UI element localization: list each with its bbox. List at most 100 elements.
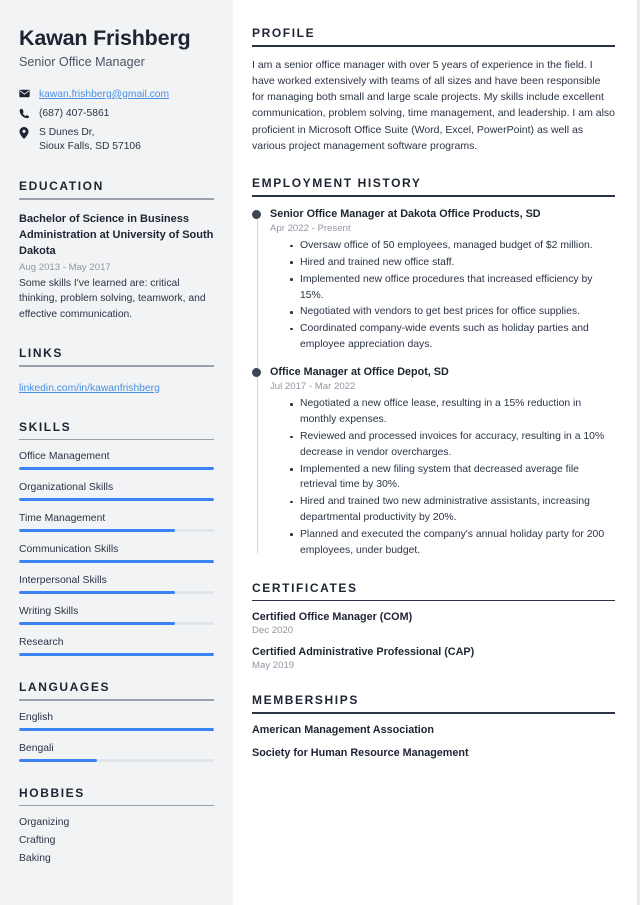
membership-item: Society for Human Resource Management [252,746,469,759]
sidebar: Kawan Frishberg Senior Office Manager ka… [0,0,233,905]
skill-fill [19,622,175,626]
skill-fill [19,529,175,533]
links-divider [19,365,214,367]
certificate-date: May 2019 [252,660,295,672]
phone-icon [19,107,33,119]
skill-item: Time Management [19,513,214,533]
profile-heading: PROFILE [252,26,316,40]
job-bullet: Negotiated a new office lease, resulting… [290,396,615,428]
membership-item: American Management Association [252,723,434,736]
job-bullet: Coordinated company-wide events such as … [290,321,615,353]
skill-track [19,591,214,595]
education-entry: Bachelor of Science in Business Administ… [19,211,214,322]
memberships-section: MEMBERSHIPS American Management Associat… [252,693,615,759]
language-track [19,758,214,762]
phone-value: (687) 407-5861 [39,107,110,119]
employment-section: EMPLOYMENT HISTORY Senior Office Manager… [252,176,615,558]
job-title: Office Manager at Office Depot, SD [270,365,449,378]
skill-label: Research [19,637,64,649]
hobby-item: Organizing [19,817,70,829]
languages-divider [19,699,214,701]
skill-label: Organizational Skills [19,482,114,494]
employment-divider [252,195,615,197]
hobby-item: Baking [19,853,51,865]
envelope-icon [19,88,33,98]
skill-item: Writing Skills [19,606,214,626]
language-label: English [19,711,54,723]
candidate-job-title: Senior Office Manager [19,54,145,69]
employment-heading: EMPLOYMENT HISTORY [252,176,422,191]
skill-track [19,653,214,657]
skill-item: Interpersonal Skills [19,575,214,595]
job-date: Jul 2017 - Mar 2022 [270,381,356,393]
timeline-dot-icon [252,367,261,377]
skills-divider [19,438,214,441]
map-pin-icon [19,126,33,139]
skills-heading: SKILLS [19,419,72,434]
skill-fill [19,591,175,595]
certificate-title: Certified Administrative Professional (C… [252,646,475,659]
contact-list: kawan.frishberg@gmail.com (687) 407-5861 [19,88,214,156]
job-entry: Senior Office Manager at Dakota Office P… [252,207,615,353]
job-bullets: Oversaw office of 50 employees, managed … [270,238,615,353]
contact-email-row: kawan.frishberg@gmail.com [19,88,214,103]
skill-item: Organizational Skills [19,482,214,502]
candidate-name: Kawan Frishberg [19,26,191,50]
language-item: English [19,712,214,731]
skill-label: Writing Skills [19,606,79,618]
job-entry: Office Manager at Office Depot, SD Jul 2… [252,365,615,559]
skill-track [19,529,214,533]
job-bullet: Hired and trained new office staff. [290,255,615,271]
skill-track [19,622,214,626]
skill-track [19,498,214,502]
job-bullet: Hired and trained two new administrative… [290,494,615,526]
language-track [19,727,214,731]
job-bullet: Implemented a new filing system that dec… [290,462,615,494]
skill-label: Time Management [19,513,106,525]
hobbies-divider [19,804,214,807]
certificate-entry: Certified Administrative Professional (C… [252,646,615,671]
link-item[interactable]: linkedin.com/in/kawanfrishberg [19,383,160,394]
job-bullet: Implemented new office procedures that i… [290,272,615,304]
education-divider [19,198,214,200]
main-column: PROFILE I am a senior office manager wit… [233,0,637,905]
job-bullet: Negotiated with vendors to get best pric… [290,304,615,320]
certificate-date: Dec 2020 [252,625,294,637]
skill-fill [19,560,214,564]
job-bullet: Reviewed and processed invoices for accu… [290,429,615,461]
skill-track [19,467,214,471]
address-line-1: S Dunes Dr, [39,126,95,138]
language-fill [19,727,214,731]
language-item: Bengali [19,743,214,762]
job-bullet: Planned and executed the company's annua… [290,527,615,559]
skill-item: Communication Skills [19,544,214,564]
timeline-dot-icon [252,209,261,219]
education-heading: EDUCATION [19,179,104,194]
address-value: S Dunes Dr, Sioux Falls, SD 57106 [39,126,141,156]
contact-address-row: S Dunes Dr, Sioux Falls, SD 57106 [19,126,214,156]
email-link[interactable]: kawan.frishberg@gmail.com [39,88,169,103]
job-bullet: Oversaw office of 50 employees, managed … [290,238,615,254]
skill-item: Office Management [19,451,214,471]
languages-heading: LANGUAGES [19,680,111,695]
address-line-2: Sioux Falls, SD 57106 [39,141,141,153]
skill-fill [19,653,214,657]
certificates-heading: CERTIFICATES [252,580,358,595]
contact-phone-row: (687) 407-5861 [19,107,214,122]
skill-fill [19,467,214,471]
employment-timeline: Senior Office Manager at Dakota Office P… [252,207,615,559]
education-description: Some skills I've learned are: critical t… [19,277,206,320]
education-degree: Bachelor of Science in Business Administ… [19,212,214,258]
language-label: Bengali [19,742,54,754]
skill-label: Communication Skills [19,544,119,556]
job-date: Apr 2022 - Present [270,223,351,235]
skill-label: Office Management [19,451,110,463]
certificates-section: CERTIFICATES Certified Office Manager (C… [252,580,615,671]
skill-label: Interpersonal Skills [19,575,107,587]
certificate-entry: Certified Office Manager (COM) Dec 2020 [252,611,615,636]
hobbies-heading: HOBBIES [19,785,85,800]
education-date: Aug 2013 - May 2017 [19,261,111,273]
skill-fill [19,498,214,502]
certificate-title: Certified Office Manager (COM) [252,611,413,624]
memberships-divider [252,712,615,714]
